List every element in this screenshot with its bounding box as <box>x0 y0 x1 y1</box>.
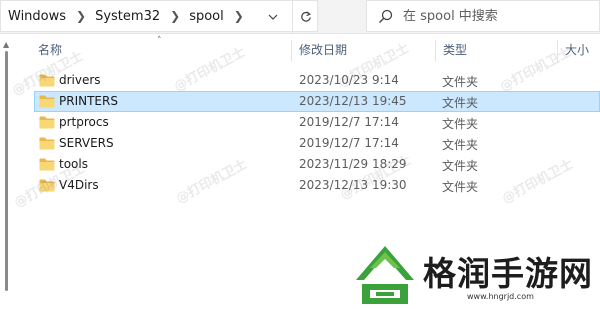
folder-icon <box>39 158 55 171</box>
folder-icon <box>39 95 55 108</box>
file-modified: 2019/12/7 17:14 <box>299 136 399 150</box>
column-divider[interactable] <box>291 40 292 62</box>
chevron-right-icon[interactable]: ❯ <box>234 9 244 23</box>
navigation-bar: Windows ❯ System32 ❯ spool ❯ <box>0 0 600 34</box>
breadcrumb-spool[interactable]: spool <box>189 9 224 24</box>
file-type: 文件夹 <box>442 180 479 194</box>
chevron-down-icon <box>268 14 278 20</box>
chevron-right-icon[interactable]: ❯ <box>76 9 86 23</box>
breadcrumb-system32[interactable]: System32 <box>95 9 160 24</box>
scrollbar-thumb[interactable] <box>5 51 8 291</box>
column-header: 名称 修改日期 类型 大小 <box>0 34 600 66</box>
file-name: prtprocs <box>59 115 109 129</box>
breadcrumb-windows[interactable]: Windows <box>8 9 66 24</box>
file-row[interactable]: prtprocs 2019/12/7 17:14 文件夹 <box>34 112 600 133</box>
chevron-right-icon[interactable]: ❯ <box>170 9 180 23</box>
file-type: 文件夹 <box>442 75 479 89</box>
address-bar[interactable]: Windows ❯ System32 ❯ spool ❯ <box>0 0 319 33</box>
refresh-button[interactable] <box>292 1 319 33</box>
column-modified[interactable]: 修改日期 <box>299 34 347 66</box>
file-row[interactable]: PRINTERS 2023/12/13 19:45 文件夹 <box>34 91 600 112</box>
file-type: 文件夹 <box>442 96 479 110</box>
file-row[interactable]: tools 2023/11/29 18:29 文件夹 <box>34 154 600 175</box>
column-type[interactable]: 类型 <box>443 34 467 66</box>
file-name: PRINTERS <box>59 94 118 108</box>
file-name: SERVERS <box>59 136 114 150</box>
folder-icon <box>39 137 55 150</box>
brand-name: 格润手游网 <box>423 254 593 293</box>
brand-logo: 格润手游网 www.hngrjd.com <box>350 240 600 309</box>
search-input[interactable] <box>403 1 593 31</box>
search-box[interactable] <box>366 0 600 32</box>
column-divider[interactable] <box>435 40 436 62</box>
brand-icon <box>356 246 414 304</box>
folder-icon <box>39 116 55 129</box>
file-modified: 2023/12/13 19:45 <box>299 94 407 108</box>
file-name: drivers <box>59 73 101 87</box>
file-type: 文件夹 <box>442 117 479 131</box>
file-type: 文件夹 <box>442 138 479 152</box>
brand-url: www.hngrjd.com <box>467 292 534 301</box>
search-icon <box>379 9 393 23</box>
file-type: 文件夹 <box>442 159 479 173</box>
sort-ascending-icon: ˄ <box>157 36 162 46</box>
file-row[interactable]: SERVERS 2019/12/7 17:14 文件夹 <box>34 133 600 154</box>
address-history-button[interactable] <box>260 1 286 33</box>
scroll-up-icon[interactable]: ▲ <box>3 40 9 49</box>
refresh-icon <box>301 11 311 22</box>
file-modified: 2019/12/7 17:14 <box>299 115 399 129</box>
